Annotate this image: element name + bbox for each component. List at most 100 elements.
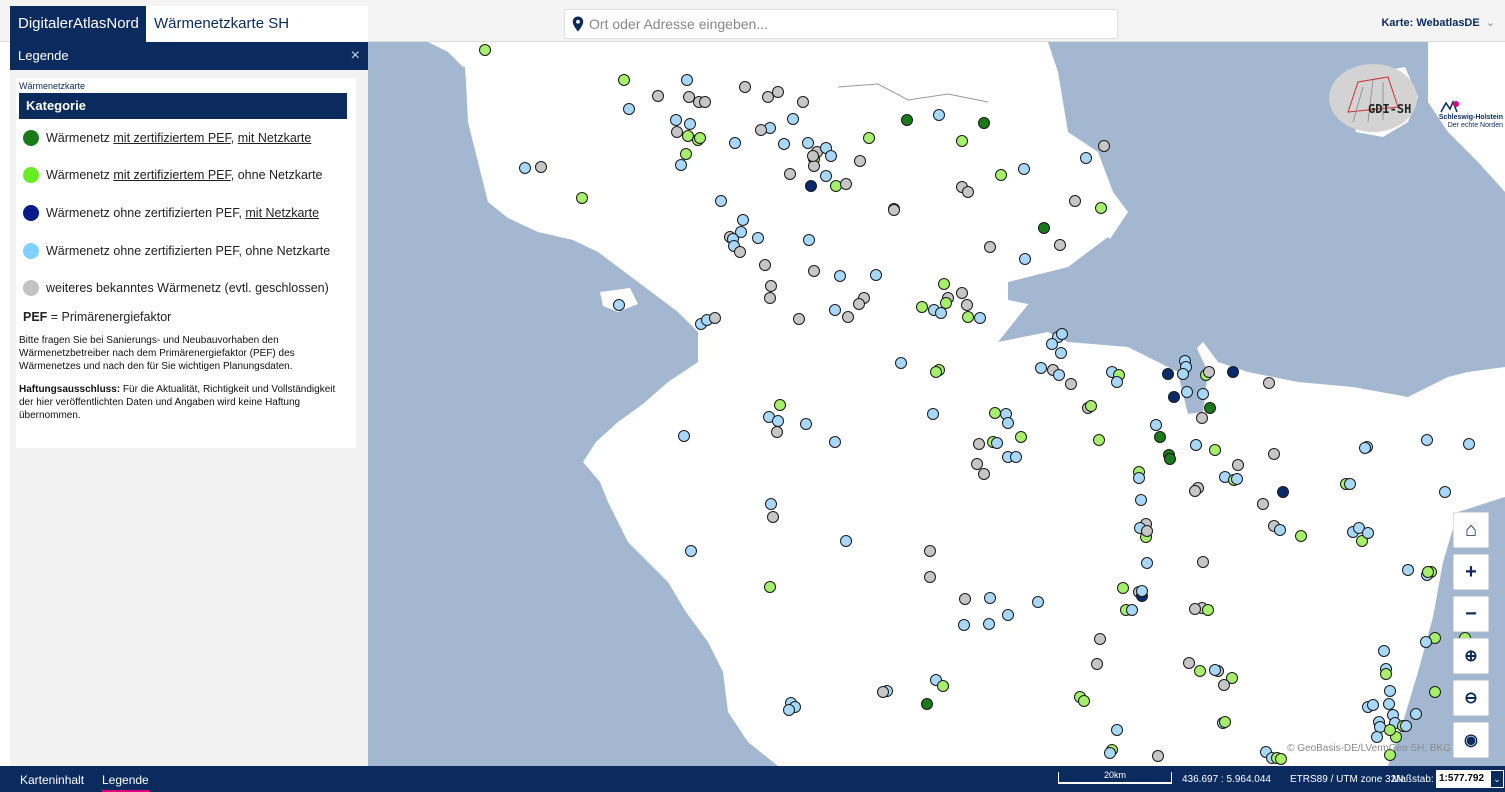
heat-network-marker[interactable] [807, 150, 819, 162]
heat-network-marker[interactable] [1055, 347, 1067, 359]
heat-network-marker[interactable] [1056, 328, 1068, 340]
heat-network-marker[interactable] [683, 91, 695, 103]
heat-network-marker[interactable] [479, 44, 491, 56]
heat-network-marker[interactable] [709, 312, 721, 324]
heat-network-marker[interactable] [739, 81, 751, 93]
zoom-in-button[interactable]: + [1453, 554, 1489, 590]
heat-network-marker[interactable] [1402, 564, 1414, 576]
chevron-down-icon[interactable]: ⌄ [1490, 770, 1504, 788]
heat-network-marker[interactable] [978, 468, 990, 480]
heat-network-marker[interactable] [870, 269, 882, 281]
heat-network-marker[interactable] [783, 704, 795, 716]
tab-legende[interactable]: Legende [102, 773, 149, 792]
heat-network-marker[interactable] [853, 298, 865, 310]
heat-network-marker[interactable] [793, 313, 805, 325]
heat-network-marker[interactable] [927, 408, 939, 420]
heat-network-marker[interactable] [940, 297, 952, 309]
heat-network-marker[interactable] [961, 299, 973, 311]
heat-network-marker[interactable] [984, 592, 996, 604]
crs-label[interactable]: ETRS89 / UTM zone 32N [1290, 774, 1403, 785]
heat-network-marker[interactable] [1275, 753, 1287, 765]
search-input[interactable] [589, 16, 1117, 32]
heat-network-marker[interactable] [933, 109, 945, 121]
heat-network-marker[interactable] [1463, 438, 1475, 450]
heat-network-marker[interactable] [840, 535, 852, 547]
heat-network-marker[interactable] [1002, 609, 1014, 621]
heat-network-marker[interactable] [1111, 376, 1123, 388]
heat-network-marker[interactable] [895, 357, 907, 369]
heat-network-marker[interactable] [1209, 664, 1221, 676]
heat-network-marker[interactable] [808, 160, 820, 172]
heat-network-marker[interactable] [1209, 444, 1221, 456]
heat-network-marker[interactable] [1204, 402, 1216, 414]
heat-network-marker[interactable] [877, 686, 889, 698]
heat-network-marker[interactable] [1374, 721, 1386, 733]
globe-button[interactable]: ◉ [1453, 722, 1489, 758]
heat-network-marker[interactable] [670, 114, 682, 126]
heat-network-marker[interactable] [764, 581, 776, 593]
heat-network-marker[interactable] [680, 148, 692, 160]
heat-network-marker[interactable] [618, 74, 630, 86]
heat-network-marker[interactable] [1065, 378, 1077, 390]
heat-network-marker[interactable] [1218, 679, 1230, 691]
heat-network-marker[interactable] [938, 278, 950, 290]
heat-network-marker[interactable] [888, 204, 900, 216]
heat-network-marker[interactable] [1231, 473, 1243, 485]
zoom-box-out-button[interactable]: ⊖ [1453, 680, 1489, 716]
heat-network-marker[interactable] [772, 415, 784, 427]
heat-network-marker[interactable] [535, 161, 547, 173]
heat-network-marker[interactable] [808, 265, 820, 277]
heat-network-marker[interactable] [1378, 645, 1390, 657]
heat-network-marker[interactable] [1164, 453, 1176, 465]
heat-network-marker[interactable] [1183, 657, 1195, 669]
heat-network-marker[interactable] [1219, 716, 1231, 728]
heat-network-marker[interactable] [765, 280, 777, 292]
heat-network-marker[interactable] [737, 214, 749, 226]
heat-network-marker[interactable] [1046, 338, 1058, 350]
heat-network-marker[interactable] [715, 195, 727, 207]
heat-network-marker[interactable] [1421, 434, 1433, 446]
heat-network-marker[interactable] [778, 138, 790, 150]
heat-network-marker[interactable] [1420, 636, 1432, 648]
heat-network-marker[interactable] [973, 438, 985, 450]
heat-network-marker[interactable] [1189, 485, 1201, 497]
heat-network-marker[interactable] [1177, 368, 1189, 380]
heat-network-marker[interactable] [1190, 439, 1202, 451]
heat-network-marker[interactable] [989, 407, 1001, 419]
heat-network-marker[interactable] [1095, 202, 1107, 214]
heat-network-marker[interactable] [802, 137, 814, 149]
heat-network-marker[interactable] [1054, 239, 1066, 251]
map-canvas[interactable] [368, 42, 1505, 766]
heat-network-marker[interactable] [519, 162, 531, 174]
heat-network-marker[interactable] [1422, 566, 1434, 578]
heat-network-marker[interactable] [682, 130, 694, 142]
heat-network-marker[interactable] [829, 304, 841, 316]
heat-network-marker[interactable] [842, 311, 854, 323]
heat-network-marker[interactable] [699, 96, 711, 108]
heat-network-marker[interactable] [978, 117, 990, 129]
heat-network-marker[interactable] [1152, 750, 1164, 762]
zoom-box-in-button[interactable]: ⊕ [1453, 638, 1489, 674]
heat-network-marker[interactable] [956, 135, 968, 147]
heat-network-marker[interactable] [675, 159, 687, 171]
app-title-tab[interactable]: Wärmenetzkarte SH [146, 6, 368, 42]
heat-network-marker[interactable] [652, 90, 664, 102]
heat-network-marker[interactable] [1380, 668, 1392, 680]
heat-network-marker[interactable] [797, 96, 809, 108]
heat-network-marker[interactable] [787, 113, 799, 125]
heat-network-marker[interactable] [1197, 556, 1209, 568]
heat-network-marker[interactable] [958, 619, 970, 631]
heat-network-marker[interactable] [685, 545, 697, 557]
heat-network-marker[interactable] [1093, 434, 1105, 446]
heat-network-marker[interactable] [1197, 388, 1209, 400]
heat-network-marker[interactable] [1277, 486, 1289, 498]
heat-network-marker[interactable] [1274, 524, 1286, 536]
heat-network-marker[interactable] [1150, 419, 1162, 431]
heat-network-marker[interactable] [1344, 478, 1356, 490]
heat-network-marker[interactable] [1078, 695, 1090, 707]
heat-network-marker[interactable] [840, 178, 852, 190]
heat-network-marker[interactable] [937, 680, 949, 692]
heat-network-marker[interactable] [771, 426, 783, 438]
heat-network-marker[interactable] [1400, 720, 1412, 732]
heat-network-marker[interactable] [752, 232, 764, 244]
